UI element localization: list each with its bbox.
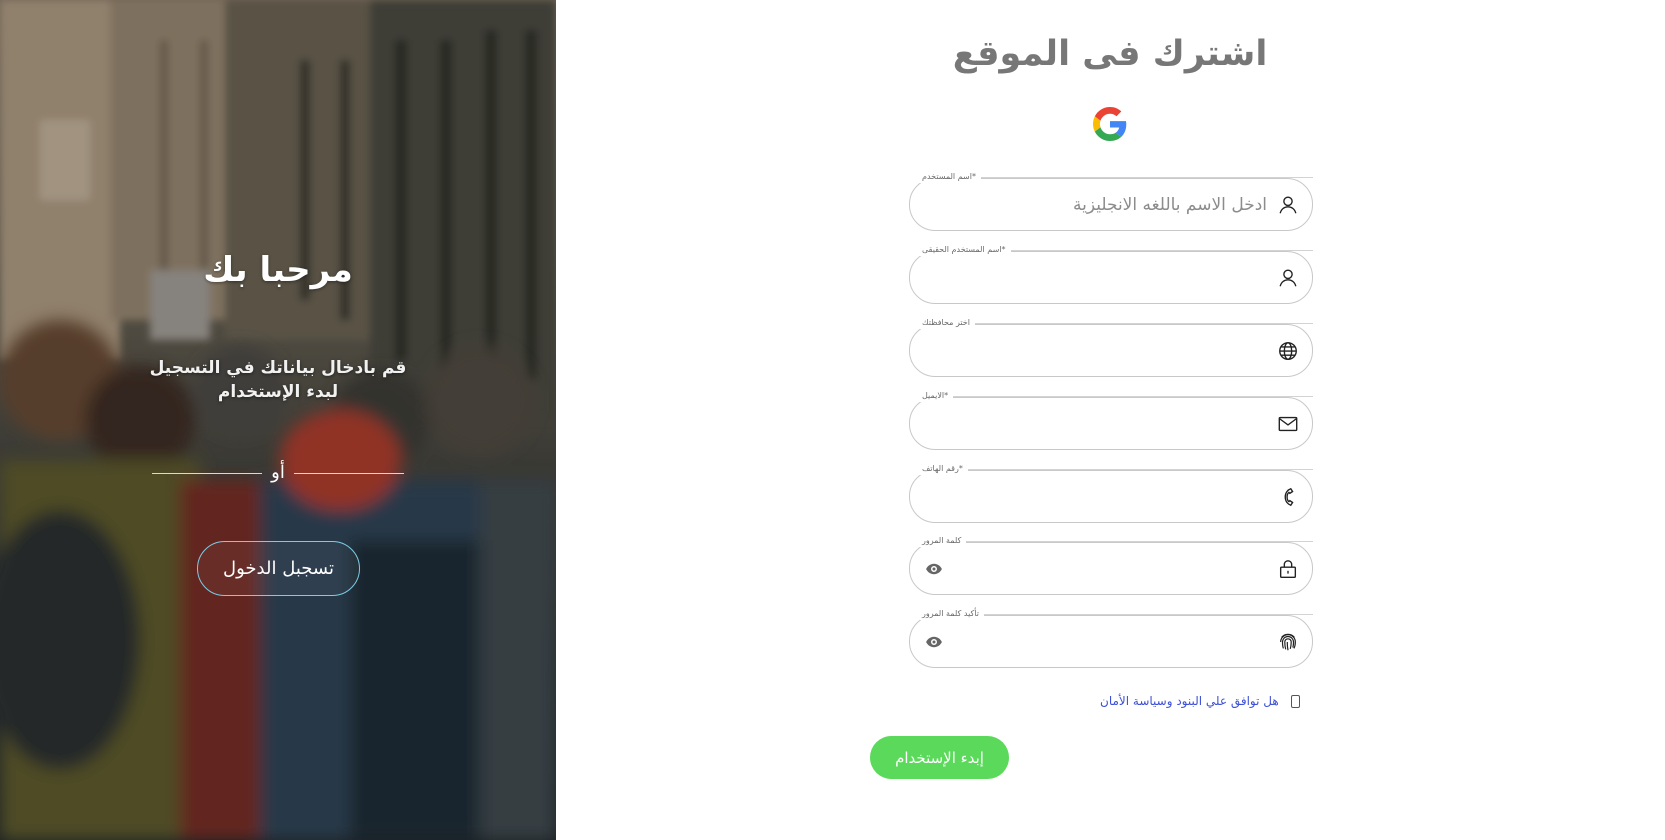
email-field[interactable]: الايميل*	[909, 390, 1313, 450]
google-g-icon[interactable]	[1093, 107, 1127, 141]
welcome-description: قم بادخال بياناتك في التسجيل لبدء الإستخ…	[149, 358, 407, 402]
governorate-select[interactable]	[927, 334, 1267, 367]
divider-line-right	[294, 473, 404, 474]
real-name-field[interactable]: اسم المستخدم الحقيقى*	[909, 244, 1313, 304]
terms-checkbox[interactable]	[1290, 694, 1300, 708]
start-button[interactable]: إبدء الإستخدام	[870, 736, 1009, 779]
lock-icon	[1277, 558, 1299, 580]
real-name-label: اسم المستخدم الحقيقى*	[917, 244, 1011, 256]
confirm-password-input[interactable]	[927, 625, 1267, 658]
eye-icon[interactable]	[925, 633, 943, 651]
confirm-password-field[interactable]: تأكيد كلمة المرور	[909, 608, 1313, 668]
username-field[interactable]: اسم المستخدم*	[909, 171, 1313, 231]
password-input[interactable]	[927, 552, 1267, 585]
globe-icon	[1277, 340, 1299, 362]
user-icon	[1277, 194, 1299, 216]
email-input[interactable]	[927, 407, 1267, 440]
welcome-title: مرحبا بك	[203, 250, 353, 290]
username-input[interactable]	[927, 188, 1267, 221]
real-name-input[interactable]	[927, 261, 1267, 294]
phone-field[interactable]: رقم الهاتف*	[909, 463, 1313, 523]
fingerprint-icon	[1277, 631, 1299, 653]
eye-icon[interactable]	[925, 560, 943, 578]
phone-icon	[1277, 486, 1299, 508]
username-label: اسم المستخدم*	[917, 171, 981, 183]
background-overlay	[0, 0, 556, 840]
welcome-panel: مرحبا بك قم بادخال بياناتك في التسجيل لب…	[0, 0, 556, 840]
divider-or-label: أو	[271, 462, 285, 483]
signup-title: اشترك فى الموقع	[952, 34, 1268, 74]
confirm-password-label: تأكيد كلمة المرور	[917, 608, 984, 620]
email-label: الايميل*	[917, 390, 954, 402]
phone-input[interactable]	[927, 480, 1267, 513]
password-field[interactable]: كلمة المرور	[909, 535, 1313, 595]
governorate-field[interactable]: اختر محافظتك	[909, 317, 1313, 377]
phone-label: رقم الهاتف*	[917, 463, 968, 475]
governorate-label: اختر محافظتك	[917, 317, 975, 329]
login-button[interactable]: تسجبل الدخول	[197, 541, 360, 596]
mail-icon	[1277, 413, 1299, 435]
divider-line-left	[152, 473, 262, 474]
terms-link[interactable]: هل توافق علي البنود وسياسة الأمان	[1100, 694, 1279, 708]
password-label: كلمة المرور	[917, 535, 967, 547]
user-icon	[1277, 267, 1299, 289]
terms-row: هل توافق علي البنود وسياسة الأمان	[1100, 693, 1300, 709]
